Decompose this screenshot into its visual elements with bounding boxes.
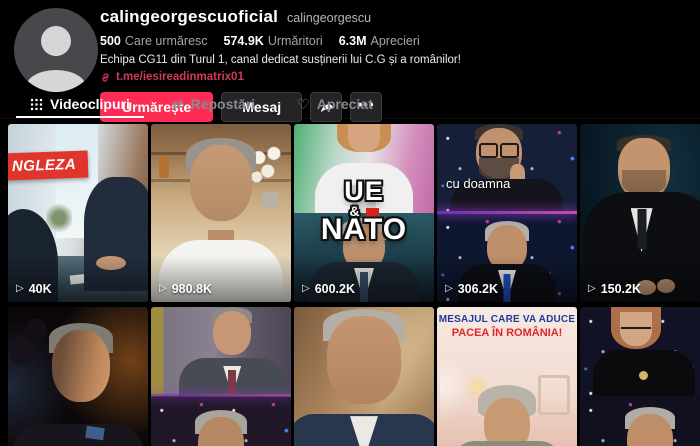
video-thumbnail-2[interactable]: ▷ 980.8K bbox=[151, 124, 291, 302]
thumbnail-art bbox=[294, 307, 434, 446]
video-thumbnail-7[interactable] bbox=[151, 307, 291, 446]
tab-videos[interactable]: Videoclipuri bbox=[16, 92, 144, 118]
tiktok-profile-page: { "header": { "username": "calingeorgesc… bbox=[0, 0, 700, 446]
thumbnail-text-overlay: PACEA ÎN ROMÂNIA! bbox=[451, 327, 563, 339]
likes-label: Aprecieri bbox=[370, 34, 420, 48]
tab-liked-label: Apreciat bbox=[316, 96, 373, 112]
play-icon: ▷ bbox=[302, 283, 310, 294]
play-icon: ▷ bbox=[588, 283, 596, 294]
repost-icon: ⇄ bbox=[171, 96, 184, 112]
profile-stats: 500 Care urmăresc 574.9K Urmăritori 6.3M… bbox=[100, 34, 461, 48]
avatar-person-icon bbox=[41, 26, 71, 56]
heart-icon: ♡ bbox=[297, 96, 310, 112]
profile-tabs: Videoclipuri ⇄ Repostări ♡ Apreciat bbox=[0, 92, 700, 119]
following-count[interactable]: 500 bbox=[100, 34, 121, 48]
profile-handle: calingeorgescu bbox=[287, 11, 372, 25]
view-count: ▷ 40K bbox=[16, 282, 52, 296]
profile-link[interactable]: t.me/iesireadinmatrix01 bbox=[100, 71, 461, 83]
video-thumbnail-10[interactable] bbox=[580, 307, 700, 446]
view-count: ▷ 980.8K bbox=[159, 282, 213, 296]
video-thumbnail-5[interactable]: ▷ 150.2K bbox=[580, 124, 700, 302]
video-thumbnail-3[interactable]: UE & NATO ▷ 600.2K bbox=[294, 124, 434, 302]
view-count: ▷ 600.2K bbox=[302, 282, 356, 296]
view-count: ▷ 150.2K bbox=[588, 282, 642, 296]
thumbnail-art bbox=[580, 307, 700, 446]
play-icon: ▷ bbox=[159, 283, 167, 294]
video-grid: NGLEZA ▷ 40K ▷ 980.8K UE & NATO ▷ 600.2K… bbox=[0, 124, 700, 446]
profile-username: calingeorgescuoficial bbox=[100, 7, 279, 26]
video-thumbnail-8[interactable] bbox=[294, 307, 434, 446]
video-thumbnail-9[interactable]: MESAJUL CARE VA ADUCE PACEA ÎN ROMÂNIA! bbox=[437, 307, 577, 446]
thumbnail-text-overlay: NGLEZA bbox=[8, 150, 89, 181]
avatar[interactable] bbox=[14, 8, 98, 92]
video-thumbnail-1[interactable]: NGLEZA ▷ 40K bbox=[8, 124, 148, 302]
tab-reposts[interactable]: ⇄ Repostări bbox=[158, 92, 269, 116]
tab-videos-label: Videoclipuri bbox=[50, 96, 130, 112]
followers-label: Urmăritori bbox=[267, 34, 323, 48]
followers-count[interactable]: 574.9K bbox=[224, 34, 264, 48]
view-count: ▷ 306.2K bbox=[445, 282, 499, 296]
thumbnail-art bbox=[8, 307, 148, 446]
play-icon: ▷ bbox=[16, 283, 24, 294]
likes-count[interactable]: 6.3M bbox=[339, 34, 367, 48]
thumbnail-art bbox=[151, 307, 291, 446]
thumbnail-text-overlay: MESAJUL CARE VA ADUCE bbox=[438, 314, 576, 325]
thumbnail-caption: cu doamna bbox=[446, 176, 511, 191]
video-thumbnail-4[interactable]: cu doamna ▷ 306.2K bbox=[437, 124, 577, 302]
link-icon bbox=[102, 72, 109, 82]
tab-reposts-label: Repostări bbox=[190, 96, 256, 112]
profile-header: calingeorgescuoficial calingeorgescu 500 … bbox=[0, 0, 700, 122]
thumbnail-text-overlay: UE & NATO bbox=[294, 178, 434, 245]
active-tab-underline bbox=[16, 116, 144, 118]
following-label: Care urmăresc bbox=[124, 34, 208, 48]
play-icon: ▷ bbox=[445, 283, 453, 294]
profile-bio: Echipa CG11 din Turul 1, canal dedicat s… bbox=[100, 54, 461, 66]
video-thumbnail-6[interactable] bbox=[8, 307, 148, 446]
tab-liked[interactable]: ♡ Apreciat bbox=[283, 92, 387, 116]
grid-icon bbox=[30, 98, 43, 110]
